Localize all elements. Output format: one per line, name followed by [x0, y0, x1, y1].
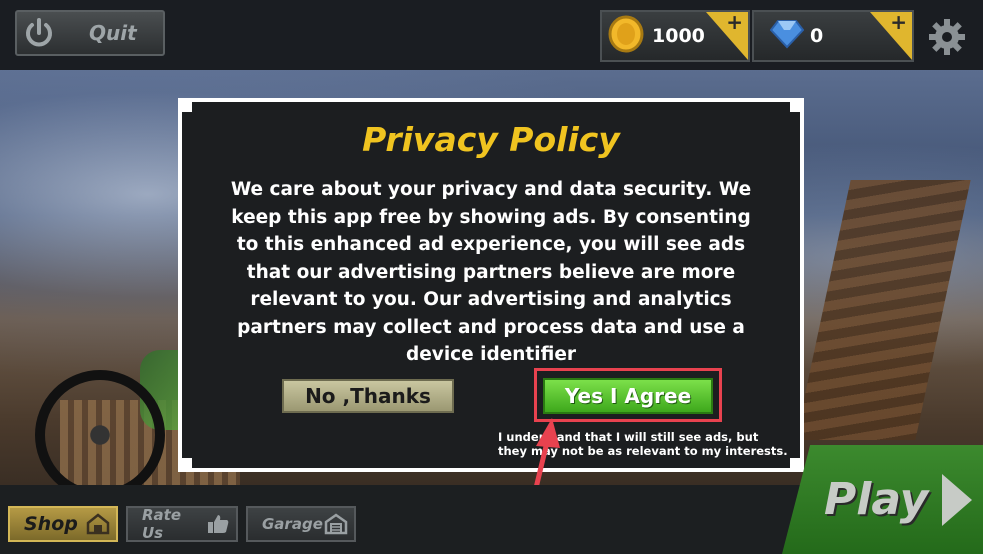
play-label: Play	[824, 474, 929, 525]
power-icon	[17, 12, 61, 54]
garage-label: Garage	[262, 515, 323, 533]
gear-icon[interactable]	[928, 18, 966, 56]
shop-button[interactable]: Shop	[8, 506, 118, 542]
gem-icon	[769, 19, 805, 53]
thumbs-up-icon	[206, 512, 230, 536]
gem-counter[interactable]: 0 +	[752, 10, 914, 62]
coin-counter[interactable]: 1000 +	[600, 10, 750, 62]
dialog-corner	[790, 98, 804, 112]
add-coins-button[interactable]: +	[706, 12, 748, 60]
dialog-body-text: We care about your privacy and data secu…	[230, 179, 752, 362]
yes-agree-button[interactable]: Yes I Agree	[543, 378, 713, 414]
dialog-title: Privacy Policy	[362, 120, 620, 159]
garage-button[interactable]: Garage	[246, 506, 356, 542]
garage-icon	[324, 512, 348, 536]
gem-count: 0	[810, 25, 824, 47]
wooden-ramp	[795, 180, 971, 440]
add-gems-button[interactable]: +	[870, 12, 912, 60]
rate-us-label: Rate Us	[142, 506, 182, 542]
motorbike-wheel	[35, 370, 165, 500]
dialog-corner	[790, 458, 804, 472]
plus-label: +	[890, 10, 907, 34]
play-arrow-icon	[942, 473, 973, 526]
coin-icon	[606, 14, 646, 58]
dialog-corner	[178, 458, 192, 472]
quit-button[interactable]: Quit	[15, 10, 165, 56]
rate-us-button[interactable]: Rate Us	[126, 506, 238, 542]
play-button[interactable]: Play	[782, 445, 983, 554]
quit-label: Quit	[89, 21, 137, 45]
no-thanks-button[interactable]: No ,Thanks	[282, 379, 454, 413]
coin-count: 1000	[652, 25, 705, 47]
privacy-policy-dialog: Privacy Policy We care about your privac…	[178, 98, 804, 472]
house-icon	[86, 512, 110, 536]
plus-label: +	[726, 10, 743, 34]
dialog-corner	[178, 98, 192, 112]
shop-label: Shop	[24, 513, 78, 535]
